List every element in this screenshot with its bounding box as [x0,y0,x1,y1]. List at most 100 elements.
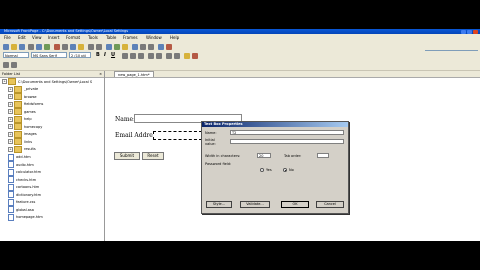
folder-item[interactable]: + browse [8,93,37,101]
refresh-icon[interactable] [140,43,146,50]
align-center-icon[interactable] [130,52,136,59]
menu-format[interactable]: Format [66,35,80,41]
help-icon[interactable] [166,43,172,50]
menu-window[interactable]: Window [146,35,162,41]
file-item[interactable]: checks.htm [8,176,37,184]
underline-button[interactable]: U [111,52,115,59]
file-item[interactable]: audio.htm [8,161,34,169]
folders-icon[interactable] [11,61,17,68]
submit-button[interactable]: Submit [114,152,140,160]
folder-item[interactable]: + images [8,130,37,138]
folder-item[interactable]: + C:\Documents and Settings\Owner\Local S [2,78,92,85]
ok-button[interactable]: OK [281,201,309,208]
folder-item[interactable]: + help [8,115,32,123]
stop-icon[interactable] [148,43,154,50]
menu-view[interactable]: View [32,35,42,41]
dialog-initial-input[interactable] [230,139,344,144]
cut-icon[interactable] [62,43,68,50]
tree-item-label: dictionary.htm [16,192,42,197]
password-yes-radio[interactable] [260,168,264,172]
folder-list-close-icon[interactable]: × [99,71,102,77]
expand-icon[interactable]: + [8,139,13,145]
bold-button[interactable]: B [96,52,100,59]
increase-indent-icon[interactable] [174,52,180,59]
dialog-width-label: Width in characters: [205,154,241,158]
dialog-width-input[interactable]: 20 [257,153,271,158]
insert-component-icon[interactable] [106,43,112,50]
publish-icon[interactable] [28,43,34,50]
folder-item[interactable]: + results [8,145,36,153]
highlight-icon[interactable] [184,52,190,59]
numbering-icon[interactable] [148,52,154,59]
expand-icon[interactable]: + [8,124,13,130]
expand-icon[interactable]: + [8,131,13,137]
expand-icon[interactable]: + [8,146,13,152]
menu-help[interactable]: Help [170,35,179,41]
dialog-tab-order-input[interactable] [317,153,329,158]
views-icon[interactable] [3,61,9,68]
show-all-icon[interactable] [158,43,164,50]
menu-file[interactable]: File [4,35,11,41]
folder-list-panel: Folder List × + C:\Documents and Settings… [0,71,105,241]
password-no-radio[interactable] [283,168,287,172]
folder-item[interactable]: + fieldsforms [8,100,43,108]
minimize-button[interactable] [461,29,466,34]
paste-icon[interactable] [78,43,84,50]
expand-icon[interactable]: + [8,109,13,115]
font-color-icon[interactable] [192,52,198,59]
file-item[interactable]: dictionary.htm [8,191,42,199]
file-item[interactable]: add.htm [8,153,31,161]
align-right-icon[interactable] [138,52,144,59]
tree-item-label: checks.htm [16,177,37,182]
italic-button[interactable]: I [104,52,106,59]
file-item[interactable]: calculator.htm [8,168,42,176]
reset-button[interactable]: Reset [142,152,164,160]
insert-table-icon[interactable] [114,43,120,50]
menu-table[interactable]: Table [106,35,116,41]
undo-icon[interactable] [88,43,94,50]
expand-icon[interactable]: + [8,86,13,92]
new-page-icon[interactable] [3,43,9,50]
align-left-icon[interactable] [122,52,128,59]
style-select[interactable]: Normal [3,52,29,58]
file-icon [8,153,14,161]
tab-new-page[interactable]: new_page_1.htm* [114,71,154,77]
print-icon[interactable] [36,43,42,50]
folder-item[interactable]: + homecopy [8,123,42,131]
file-item[interactable]: global.asa [8,206,34,214]
folder-item[interactable]: + _private [8,85,38,93]
menu-tools[interactable]: Tools [88,35,98,41]
decrease-indent-icon[interactable] [166,52,172,59]
dialog-name-input[interactable]: T2 [230,130,344,135]
menu-insert[interactable]: Insert [48,35,59,41]
menu-edit[interactable]: Edit [18,35,26,41]
size-select[interactable]: 2 (10 pt) [69,52,91,58]
folder-item[interactable]: + games [8,108,36,116]
tree-item-label: calculator.htm [16,170,42,175]
expand-icon[interactable]: + [8,94,13,100]
save-icon[interactable] [19,43,25,50]
folder-icon [14,93,22,101]
expand-icon[interactable]: + [2,79,7,84]
font-select[interactable]: MS Sans Serif [31,52,67,58]
expand-icon[interactable]: + [8,116,13,122]
spelling-icon[interactable] [54,43,60,50]
cancel-button[interactable]: Cancel [316,201,344,208]
file-item[interactable]: cartoons.htm [8,183,39,191]
style-button[interactable]: Style... [206,201,232,208]
menu-frames[interactable]: Frames [123,35,138,41]
open-icon[interactable] [11,43,17,50]
insert-picture-icon[interactable] [122,43,128,50]
folder-item[interactable]: + links [8,138,32,146]
expand-icon[interactable]: + [8,101,13,107]
hyperlink-icon[interactable] [132,43,138,50]
file-item[interactable]: homepage.htm [8,213,43,221]
copy-icon[interactable] [70,43,76,50]
close-button[interactable] [473,29,478,34]
file-item[interactable]: feature.css [8,198,35,206]
preview-icon[interactable] [44,43,50,50]
redo-icon[interactable] [96,43,102,50]
maximize-button[interactable] [467,29,472,34]
bullets-icon[interactable] [156,52,162,59]
validate-button[interactable]: Validate... [240,201,270,208]
